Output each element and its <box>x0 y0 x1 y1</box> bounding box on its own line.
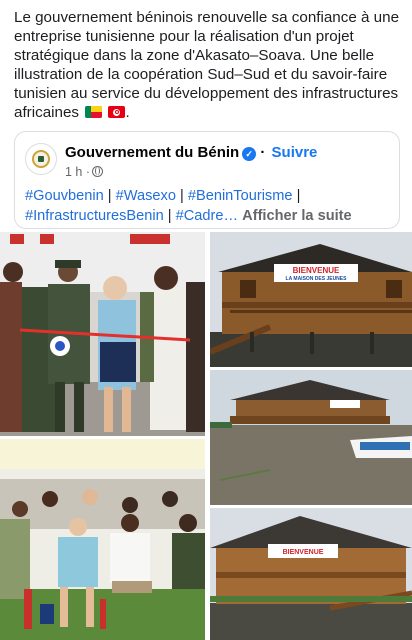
benin-flag-icon <box>85 106 103 118</box>
see-more-link[interactable]: Afficher la suite <box>242 208 351 224</box>
photo-house-waterfront[interactable]: BIENVENUE <box>210 508 412 640</box>
photo-grid: BIENVENUE LA MAISON DES JEUNES BIENVENUE <box>0 232 412 640</box>
tunisia-flag-icon <box>108 106 126 118</box>
shared-post-card[interactable]: Gouvernement du Bénin ✓ · Suivre 1 h · #G… <box>14 131 400 229</box>
caption-end: . <box>125 104 130 121</box>
sign-welcome-small-text: BIENVENUE <box>283 549 324 556</box>
post-caption: Le gouvernement béninois renouvelle sa c… <box>14 8 406 122</box>
sign-youth-house-text: LA MAISON DES JEUNES <box>286 276 348 282</box>
hashtags: #Gouvbenin | #Wasexo | #BeninTourisme | … <box>25 186 395 226</box>
verified-badge-icon: ✓ <box>242 147 257 161</box>
globe-icon <box>92 166 104 177</box>
photo-lake-village[interactable] <box>210 370 412 505</box>
hashtag[interactable]: #Wasexo <box>116 188 176 204</box>
post-caption-text: Le gouvernement béninois renouvelle sa c… <box>14 9 400 121</box>
hashtag-separator: | <box>180 188 184 204</box>
hashtag[interactable]: #InfrastructuresBenin <box>25 208 164 224</box>
page-name-row: Gouvernement du Bénin ✓ · Suivre <box>65 144 318 161</box>
avatar[interactable] <box>25 143 57 175</box>
post-time[interactable]: 1 h · <box>65 165 90 179</box>
sign-welcome-text: BIENVENUE <box>293 266 340 275</box>
post-meta: 1 h · <box>65 165 104 179</box>
hashtag-separator: | <box>296 188 301 204</box>
hashtag[interactable]: #Gouvbenin <box>25 188 104 204</box>
page-name[interactable]: Gouvernement du Bénin <box>65 144 239 161</box>
hashtag-separator: | <box>167 208 172 224</box>
photo-youth-house[interactable]: BIENVENUE LA MAISON DES JEUNES <box>210 232 412 367</box>
follow-button[interactable]: Suivre <box>272 144 318 161</box>
photo-ribbon-cutting[interactable] <box>0 232 205 436</box>
hashtag[interactable]: #BeninTourisme <box>188 188 293 204</box>
hashtag-separator: | <box>107 188 112 204</box>
coat-of-arms-icon <box>32 150 50 168</box>
photo-audience[interactable] <box>0 439 205 640</box>
hashtag[interactable]: #Cadre… <box>176 208 238 224</box>
